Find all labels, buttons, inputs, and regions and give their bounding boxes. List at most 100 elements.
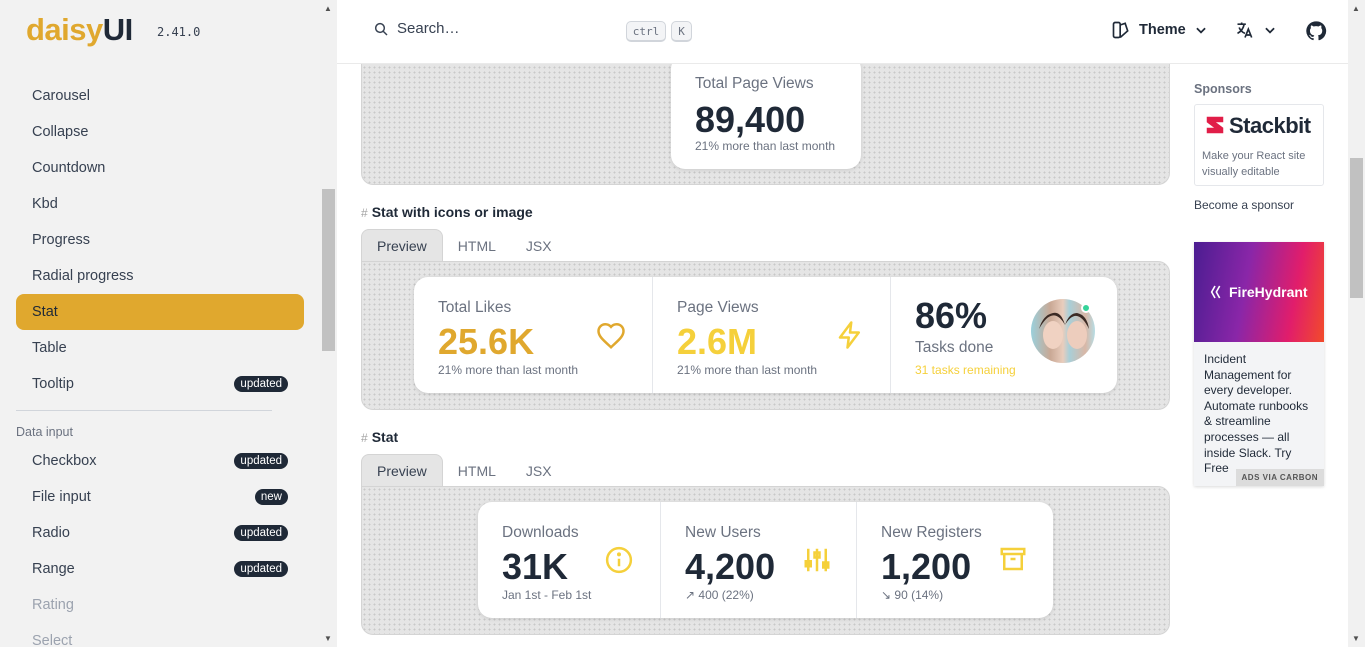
tab-html[interactable]: HTML bbox=[443, 229, 511, 262]
sidebar-item-collapse[interactable]: Collapse bbox=[16, 114, 304, 150]
brand-header: daisyUI 2.41.0 bbox=[0, 0, 320, 64]
kbd-ctrl: ctrl bbox=[626, 21, 666, 42]
sidebar-item-kbd[interactable]: Kbd bbox=[16, 186, 304, 222]
search-input[interactable] bbox=[397, 20, 607, 37]
search-icon bbox=[374, 22, 388, 36]
scrollbar-thumb[interactable] bbox=[322, 189, 335, 351]
scroll-up-arrow-icon[interactable]: ▲ bbox=[1352, 4, 1360, 13]
sidebar-item-table[interactable]: Table bbox=[16, 330, 304, 366]
sidebar-item-label: Table bbox=[32, 340, 67, 356]
stats-card: Total Page Views 89,400 21% more than la… bbox=[671, 64, 861, 169]
sidebar-item-select[interactable]: Select bbox=[16, 623, 304, 647]
sidebar-item-carousel[interactable]: Carousel bbox=[16, 78, 304, 114]
tab-bar: Preview HTML JSX bbox=[361, 454, 567, 487]
stackbit-name: Stackbit bbox=[1229, 113, 1311, 138]
stat-page-views: Page Views 2.6M 21% more than last month bbox=[652, 277, 890, 393]
sliders-icon bbox=[804, 548, 830, 572]
become-sponsor-link[interactable]: Become a sponsor bbox=[1194, 198, 1294, 212]
daisyui-logo[interactable]: daisyUI bbox=[26, 12, 133, 48]
stat-value: 25.6K bbox=[438, 321, 535, 362]
ad-text[interactable]: Incident Management for every developer.… bbox=[1204, 352, 1318, 477]
stackbit-logo-icon bbox=[1206, 116, 1224, 134]
stat-title: Total Likes bbox=[438, 299, 512, 316]
sidebar-item-label: Select bbox=[32, 633, 73, 647]
stackbit-sponsor-card[interactable]: Stackbit Make your React site visually e… bbox=[1194, 104, 1324, 186]
stats-card: Downloads 31K Jan 1st - Feb 1st New User… bbox=[478, 502, 1053, 618]
sidebar-scrollbar[interactable]: ▲ ▼ bbox=[320, 0, 337, 647]
info-icon bbox=[605, 546, 633, 574]
github-icon bbox=[1306, 21, 1327, 41]
page-scrollbar[interactable]: ▲ ▼ bbox=[1348, 0, 1365, 647]
theme-button[interactable]: Theme bbox=[1111, 20, 1208, 40]
preview-panel: Downloads 31K Jan 1st - Feb 1st New User… bbox=[361, 486, 1170, 635]
sidebar-item-stat[interactable]: Stat bbox=[16, 294, 304, 330]
sidebar-item-label: Collapse bbox=[32, 124, 89, 140]
tab-preview[interactable]: Preview bbox=[361, 229, 443, 262]
stat-total-likes: Total Likes 25.6K 21% more than last mon… bbox=[414, 277, 652, 393]
main-content: Total Page Views 89,400 21% more than la… bbox=[337, 64, 1193, 647]
tab-bar: Preview HTML JSX bbox=[361, 229, 567, 262]
top-navbar: ctrl K Theme bbox=[337, 0, 1348, 64]
sidebar-item-range[interactable]: Range updated bbox=[16, 551, 304, 587]
sidebar-item-label: File input bbox=[32, 489, 91, 505]
stat-desc: 21% more than last month bbox=[695, 139, 836, 153]
stat-new-registers: New Registers 1,200 ↘︎ 90 (14%) bbox=[856, 502, 1053, 618]
tab-preview[interactable]: Preview bbox=[361, 454, 443, 487]
stat-value: 86% bbox=[915, 295, 988, 336]
sidebar-item-label: Radio bbox=[32, 525, 70, 541]
stat-desc: 21% more than last month bbox=[677, 363, 818, 377]
sidebar-item-label: Progress bbox=[32, 232, 91, 248]
firehydrant-banner[interactable]: FireHydrant bbox=[1194, 242, 1324, 342]
sidebar-item-label: Range bbox=[32, 561, 75, 577]
sidebar-item-label: Carousel bbox=[32, 88, 91, 104]
sidebar-section-title: Data input bbox=[16, 425, 73, 439]
sponsors-label: Sponsors bbox=[1194, 82, 1252, 96]
language-button[interactable] bbox=[1235, 20, 1277, 40]
tab-jsx[interactable]: JSX bbox=[511, 229, 567, 262]
stat-new-users: New Users 4,200 ↗︎ 400 (22%) bbox=[660, 502, 856, 618]
sidebar-item-checkbox[interactable]: Checkbox updated bbox=[16, 443, 304, 479]
tab-html[interactable]: HTML bbox=[443, 454, 511, 487]
stat-value: 4,200 bbox=[685, 546, 776, 587]
sidebar-item-progress[interactable]: Progress bbox=[16, 222, 304, 258]
sidebar-item-radial-progress[interactable]: Radial progress bbox=[16, 258, 304, 294]
language-icon bbox=[1237, 22, 1253, 38]
stackbit-desc: Make your React site visually editable bbox=[1202, 150, 1306, 178]
stat-value: 89,400 bbox=[695, 99, 806, 140]
theme-icon bbox=[1112, 21, 1129, 39]
firehydrant-logo-icon bbox=[1210, 285, 1221, 299]
ads-via-carbon-link[interactable]: ADS VIA CARBON bbox=[1235, 469, 1324, 486]
sidebar-item-file-input[interactable]: File input new bbox=[16, 479, 304, 515]
scrollbar-thumb[interactable] bbox=[1350, 158, 1363, 298]
theme-label: Theme bbox=[1139, 22, 1186, 38]
version-label[interactable]: 2.41.0 bbox=[157, 25, 200, 39]
stat-desc: ↘︎ 90 (14%) bbox=[881, 588, 944, 602]
lightning-icon bbox=[838, 321, 860, 349]
sponsors-column: Sponsors Stackbit Make your React site v… bbox=[1193, 64, 1348, 647]
chevron-down-icon bbox=[1196, 27, 1206, 34]
scroll-down-arrow-icon[interactable]: ▼ bbox=[1352, 634, 1360, 643]
tab-jsx[interactable]: JSX bbox=[511, 454, 567, 487]
carbon-ad[interactable]: FireHydrant Incident Management for ever… bbox=[1194, 242, 1324, 486]
sidebar-item-rating[interactable]: Rating bbox=[16, 587, 304, 623]
scroll-down-arrow-icon[interactable]: ▼ bbox=[324, 634, 332, 643]
sidebar-item-label: Stat bbox=[32, 304, 58, 320]
sidebar: Card Carousel Collapse Countdown Kbd Pro… bbox=[0, 0, 320, 647]
scroll-up-arrow-icon[interactable]: ▲ bbox=[324, 4, 332, 13]
section-title: # Stat bbox=[361, 429, 399, 445]
stat-title: Page Views bbox=[677, 299, 759, 316]
stat-downloads: Downloads 31K Jan 1st - Feb 1st bbox=[478, 502, 660, 618]
online-indicator bbox=[1081, 303, 1091, 313]
search-box[interactable] bbox=[373, 20, 607, 37]
sidebar-item-countdown[interactable]: Countdown bbox=[16, 150, 304, 186]
stat-title: Downloads bbox=[502, 524, 579, 541]
sidebar-item-label: Tooltip bbox=[32, 376, 74, 392]
stat-desc: 21% more than last month bbox=[438, 363, 579, 377]
sidebar-item-label: Radial progress bbox=[32, 268, 134, 284]
sidebar-item-tooltip[interactable]: Tooltip updated bbox=[16, 366, 304, 402]
new-badge: new bbox=[254, 489, 288, 505]
github-button[interactable] bbox=[1305, 20, 1327, 42]
stat-value: 2.6M bbox=[677, 321, 758, 362]
stats-card: Total Likes 25.6K 21% more than last mon… bbox=[414, 277, 1117, 393]
sidebar-item-radio[interactable]: Radio updated bbox=[16, 515, 304, 551]
